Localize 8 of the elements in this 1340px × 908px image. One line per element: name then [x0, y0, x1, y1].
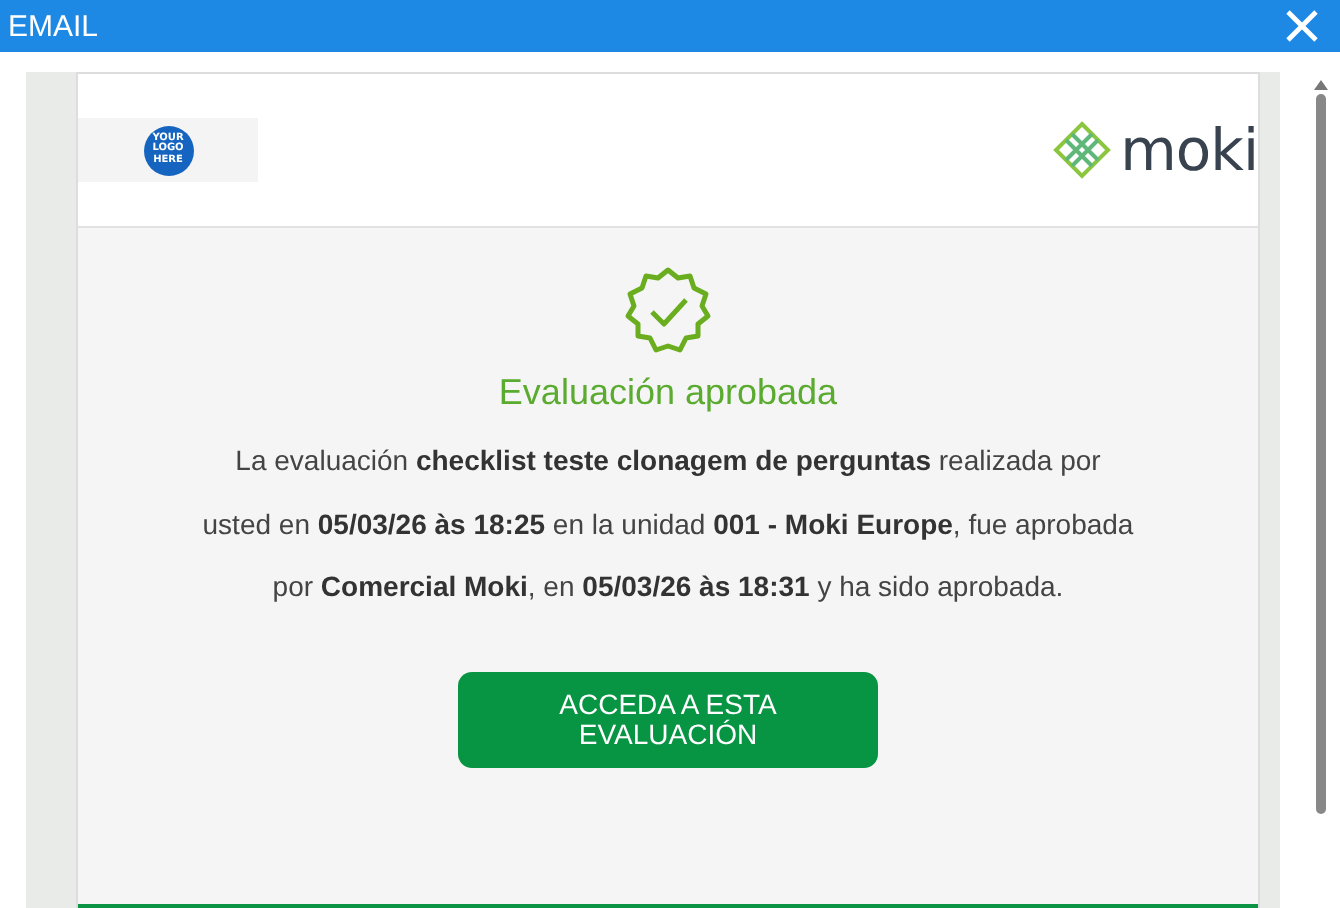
message-heading: Evaluación aprobada [498, 372, 838, 414]
scroll-up-icon[interactable] [1314, 80, 1328, 90]
close-button[interactable] [1284, 8, 1320, 44]
lattice-logo-icon [1052, 120, 1113, 180]
brand-name: moki [1120, 116, 1258, 184]
open-evaluation-button[interactable]: ACCEDA A ESTA EVALUACIÓN [458, 671, 878, 767]
message-text: La evaluación checklist teste clonagem de perguntas realizada por usted en 05/03/26 às 18:25 en la unidad 001 - Moki Europe, fue aprobada por Comercial Moki, en 05/03/26 às 18:31 y ha sido aprobada. [200, 442, 1136, 606]
window-title: EMAIL [8, 9, 99, 43]
